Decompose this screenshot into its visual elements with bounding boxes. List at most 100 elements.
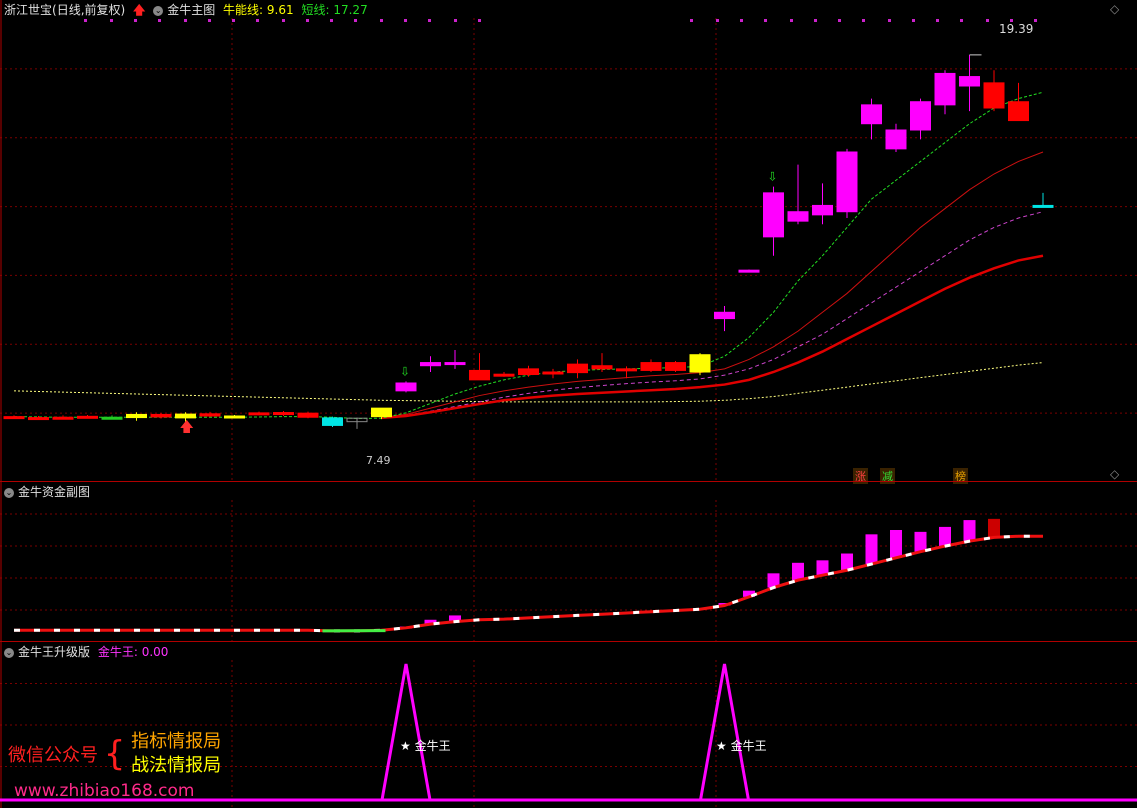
fund-bar [914, 531, 927, 552]
low-price-label: 7.49 [366, 454, 391, 467]
down-arrow-icon: ⇩ [768, 170, 778, 184]
price-chart[interactable]: 🡅 ⇩ ⇩ [0, 0, 1137, 482]
candle-body [273, 412, 294, 416]
fund-bar [963, 520, 976, 542]
candle-body [665, 362, 686, 371]
fund-chart[interactable] [0, 482, 1137, 642]
up-arrow-icon: 🡅 [180, 420, 194, 436]
candle-body [885, 129, 907, 150]
main-chart-pane[interactable]: 🡅 ⇩ ⇩ 浙江世宝(日线,前复权) 🡅 ⌄ 金牛主图 牛能线: 9.61 短线: 1… [0, 0, 1137, 484]
candle-body [77, 415, 98, 419]
signal-label: ★ 金牛王 [716, 739, 767, 753]
promo-block: 微信公众号 { 指标情报局 战法情报局 [8, 730, 221, 778]
fund-subchart-pane[interactable]: ⌄ 金牛资金副图 [0, 482, 1137, 642]
top-marker [134, 19, 137, 22]
sub2-value: 0.00 [141, 645, 169, 659]
candle-body [469, 369, 490, 381]
top-marker [740, 19, 743, 22]
sub1-indicator-name[interactable]: 金牛资金副图 [18, 485, 90, 499]
candle-body [371, 407, 392, 418]
promo-line2: 战法情报局 [131, 755, 222, 776]
top-marker [428, 19, 431, 22]
candle-body [395, 382, 417, 392]
candle-body [175, 413, 196, 419]
period-label: (日线,前复权) [52, 3, 126, 17]
top-marker [158, 19, 161, 22]
candle-body [738, 269, 760, 273]
short-value: 17.27 [333, 3, 368, 17]
candle-body [150, 413, 172, 418]
candle-body [861, 104, 882, 125]
fund-bar [792, 562, 804, 581]
candle-body [1032, 204, 1054, 208]
top-marker [330, 19, 333, 22]
candle-body [518, 368, 539, 376]
promo-line1: 指标情报局 [131, 731, 222, 752]
top-marker [208, 19, 211, 22]
main-header: 浙江世宝(日线,前复权) 🡅 ⌄ 金牛主图 牛能线: 9.61 短线: 17.27 [4, 2, 372, 18]
diamond-icon[interactable]: ◇ [1110, 467, 1119, 481]
fund-line [14, 534, 1043, 633]
candle-body [836, 151, 858, 213]
top-marker [184, 19, 187, 22]
candle-body [3, 416, 25, 420]
fund-bar [988, 518, 1000, 538]
top-marker [716, 19, 719, 22]
candle-body [910, 101, 931, 131]
top-marker [764, 19, 767, 22]
top-marker [862, 19, 865, 22]
top-marker [790, 19, 793, 22]
high-price-label: 19.39 [999, 22, 1034, 36]
niu-value: 9.61 [266, 3, 294, 17]
brace-icon: { [103, 734, 126, 774]
candle-body [420, 362, 441, 367]
candle-body [444, 362, 466, 366]
top-marker [960, 19, 963, 22]
top-marker [306, 19, 309, 22]
indicator-name[interactable]: 金牛主图 [167, 3, 215, 17]
candle-body [689, 354, 711, 373]
stock-name: 浙江世宝 [4, 3, 53, 17]
diamond-icon[interactable]: ◇ [1110, 2, 1119, 16]
signal-label: ★ 金牛王 [400, 739, 451, 753]
sub2-value-label: 金牛王: [97, 645, 138, 659]
candle-body [52, 416, 74, 420]
promo-url: www.zhibiao168.com [14, 781, 195, 801]
promo-wechat: 微信公众号 [8, 745, 98, 766]
sub2-header: ⌄ 金牛王升级版 金牛王: 0.00 [4, 644, 172, 660]
chevron-down-icon[interactable]: ⌄ [4, 647, 14, 658]
top-marker [354, 19, 357, 22]
top-marker [380, 19, 383, 22]
candle-body [542, 371, 564, 375]
candle-body [714, 311, 735, 320]
down-arrow-icon: ⇩ [400, 364, 410, 378]
sub1-header: ⌄ 金牛资金副图 [4, 484, 94, 500]
sub2-indicator-name[interactable]: 金牛王升级版 [18, 645, 90, 659]
candle-body [493, 373, 515, 377]
fund-bar [939, 526, 951, 547]
top-marker [838, 19, 841, 22]
candle-body [567, 363, 588, 374]
top-marker [256, 19, 259, 22]
candle-body [787, 211, 809, 222]
candle-body [812, 204, 833, 216]
top-marker [986, 19, 989, 22]
candle-body [640, 362, 662, 371]
chevron-down-icon[interactable]: ⌄ [4, 487, 14, 498]
ma-thick-line [381, 254, 1044, 420]
top-marker [84, 19, 87, 22]
candle-body [591, 365, 613, 370]
top-marker [282, 19, 285, 22]
candle-body [1008, 101, 1029, 122]
top-marker [936, 19, 939, 22]
top-marker [478, 19, 481, 22]
chevron-down-icon[interactable]: ⌄ [153, 5, 164, 16]
top-marker [1034, 19, 1037, 22]
candle-body [297, 412, 319, 418]
fund-bar [865, 534, 878, 565]
top-marker [454, 19, 457, 22]
top-marker [690, 19, 693, 22]
top-marker [814, 19, 817, 22]
top-marker [404, 19, 407, 22]
short-label: 短线: [301, 3, 330, 17]
